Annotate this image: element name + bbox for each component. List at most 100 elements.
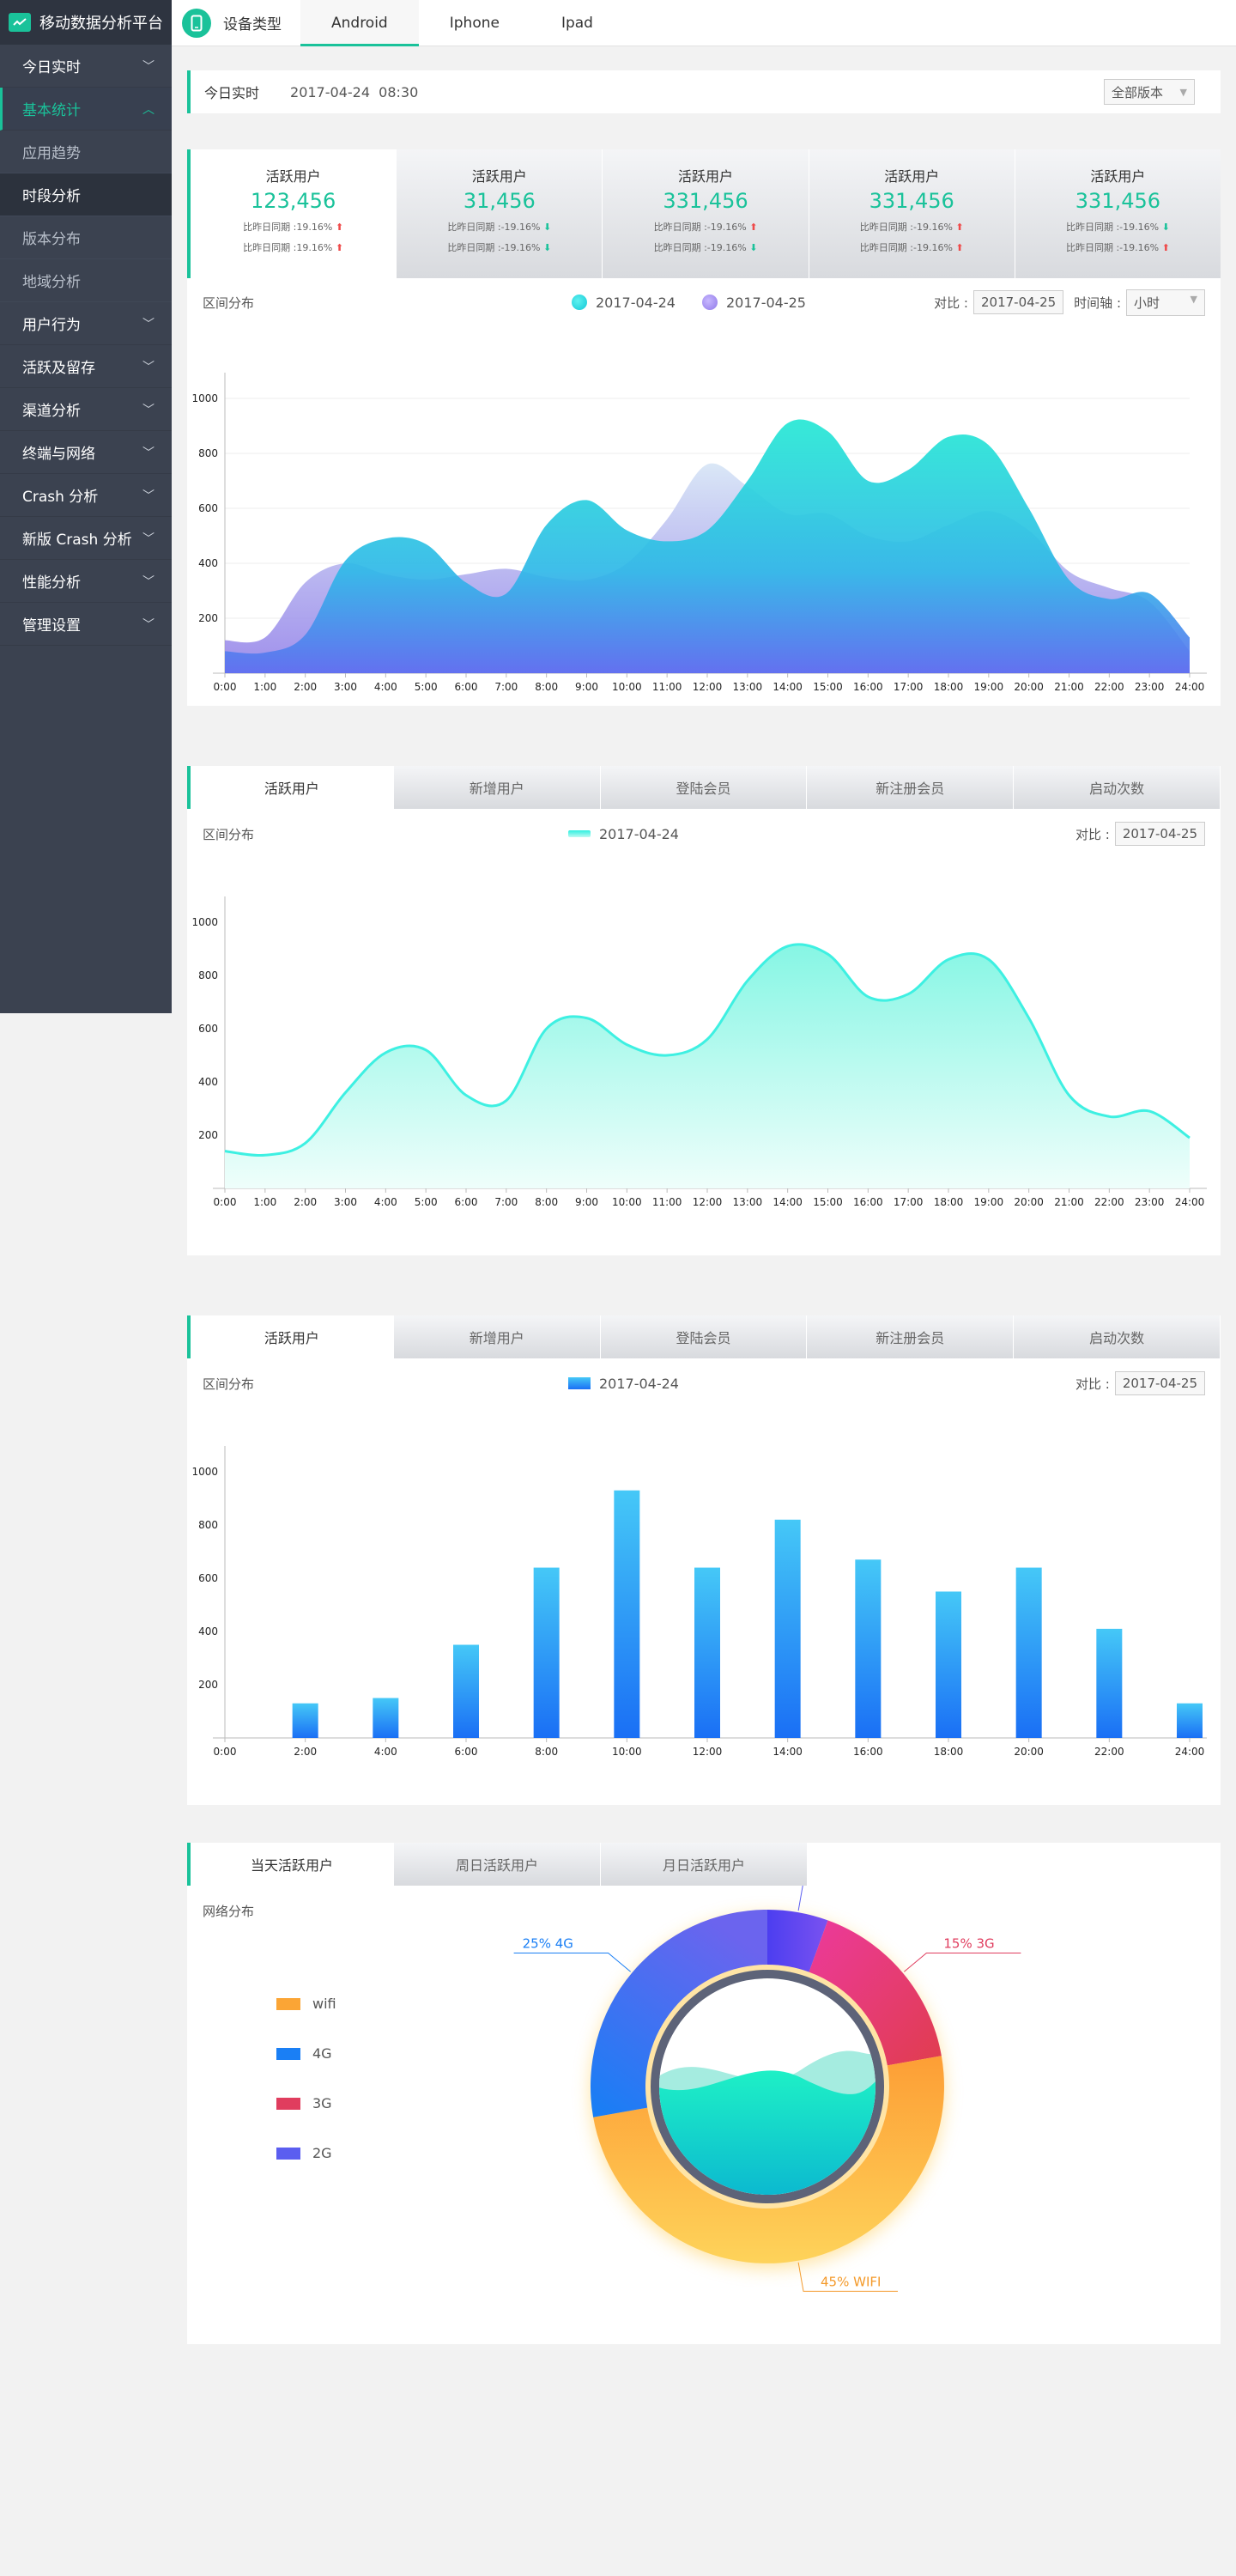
tab-launch-count[interactable]: 启动次数 <box>1014 766 1221 809</box>
legend-item[interactable]: 2017-04-24 <box>572 295 676 311</box>
sidebar-subitem-time-analysis[interactable]: 时段分析 <box>0 173 172 216</box>
sidebar-item-settings[interactable]: 管理设置 ﹀ <box>0 603 172 646</box>
y-tick-label: 800 <box>198 1519 218 1531</box>
chart-header: 区间分布 2017-04-24 2017-04-25 对比 : 2017-04-… <box>187 278 1221 326</box>
compare-label: 对比 : <box>1075 1376 1110 1392</box>
chevron-down-icon: ﹀ <box>142 403 154 417</box>
legend-item[interactable]: 2017-04-24 <box>568 826 679 842</box>
caret-down-icon: ▼ <box>1179 86 1187 98</box>
tab-launch-count[interactable]: 启动次数 <box>1014 1315 1221 1358</box>
y-tick-label: 1000 <box>191 1466 218 1478</box>
x-tick-label: 14:00 <box>772 1196 803 1208</box>
legend-swatch <box>568 830 591 837</box>
bar <box>533 1567 560 1738</box>
sidebar-item-label: 性能分析 <box>22 574 81 592</box>
chart-controls: 对比 : 2017-04-25 <box>1075 1371 1205 1395</box>
y-tick-label: 400 <box>198 557 218 569</box>
legend-item[interactable]: 2017-04-25 <box>702 295 806 311</box>
sidebar-item-device-network[interactable]: 终端与网络 ﹀ <box>0 431 172 474</box>
arrow-up-icon: ⬆ <box>335 222 344 233</box>
compare-date-input[interactable]: 2017-04-25 <box>972 290 1064 314</box>
y-tick-label: 800 <box>198 969 218 981</box>
version-select[interactable]: 全部版本 ▼ <box>1104 79 1195 105</box>
y-tick-label: 400 <box>198 1625 218 1637</box>
y-tick-label: 600 <box>198 1023 218 1035</box>
chart-controls: 对比 : 2017-04-25 时间轴 : 小时 ▼ <box>934 289 1205 316</box>
sidebar-subitem-label: 地域分析 <box>22 274 81 291</box>
sidebar-subitem-app-trend[interactable]: 应用趋势 <box>0 131 172 173</box>
arrow-down-icon: ⬇ <box>543 242 552 253</box>
x-tick-label: 1:00 <box>253 1196 276 1208</box>
x-tick-label: 16:00 <box>853 1196 883 1208</box>
sidebar-item-crash[interactable]: Crash 分析 ﹀ <box>0 474 172 517</box>
sidebar-item-label: 活跃及留存 <box>22 360 95 377</box>
legend-item[interactable]: 2017-04-24 <box>568 1376 679 1392</box>
x-tick-label: 13:00 <box>733 1196 763 1208</box>
chevron-down-icon: ﹀ <box>142 574 154 589</box>
x-tick-label: 2:00 <box>294 681 317 693</box>
tab-new-members[interactable]: 新注册会员 <box>807 1315 1015 1358</box>
device-type-label: 设备类型 <box>223 16 282 33</box>
stat-card[interactable]: 活跃用户 331,456 比昨日同期 :-19.16% ⬆ 比昨日同期 :-19… <box>808 149 1015 278</box>
stat-compare: 比昨日同期 :-19.16% ⬆ <box>809 220 1015 234</box>
chevron-up-icon: ︿ <box>142 102 154 117</box>
sidebar-item-label: 管理设置 <box>22 617 81 635</box>
x-tick-label: 0:00 <box>214 681 237 693</box>
compare-date-input[interactable]: 2017-04-25 <box>1114 822 1205 846</box>
stat-label: 活跃用户 <box>1090 168 1146 185</box>
x-tick-label: 18:00 <box>934 1196 964 1208</box>
stat-compare: 比昨日同期 :-19.16% ⬆ <box>809 240 1015 254</box>
sidebar-item-label: 终端与网络 <box>22 446 95 463</box>
tab-weekly-active[interactable]: 周日活跃用户 <box>394 1843 601 1886</box>
sidebar-item-realtime[interactable]: 今日实时 ﹀ <box>0 45 172 88</box>
tab-new-users[interactable]: 新增用户 <box>393 766 601 809</box>
arrow-up-icon: ⬆ <box>955 222 964 233</box>
y-tick-label: 600 <box>198 502 218 514</box>
stat-label: 活跃用户 <box>471 168 527 185</box>
sidebar-item-basic-stats[interactable]: 基本统计 ︿ <box>0 88 172 131</box>
sidebar-item-new-crash[interactable]: 新版 Crash 分析 ﹀ <box>0 517 172 560</box>
bar <box>694 1567 720 1738</box>
tab-login-members[interactable]: 登陆会员 <box>600 1315 808 1358</box>
x-tick-label: 1:00 <box>253 681 276 693</box>
sidebar-subitem-region[interactable]: 地域分析 <box>0 259 172 302</box>
slice-label: 25% 4G <box>523 1935 573 1951</box>
sidebar-item-retention[interactable]: 活跃及留存 ﹀ <box>0 345 172 388</box>
tab-active-users[interactable]: 活跃用户 <box>187 766 394 809</box>
realtime-bar: 今日实时 2017-04-24 08:30 全部版本 ▼ <box>187 70 1221 113</box>
label-leader-line <box>797 1886 803 1911</box>
time-axis-select[interactable]: 小时 ▼ <box>1126 289 1205 316</box>
sidebar-item-channel[interactable]: 渠道分析 ﹀ <box>0 388 172 431</box>
stat-card[interactable]: 活跃用户 123,456 比昨日同期 :19.16% ⬆ 比昨日同期 :19.1… <box>187 149 397 278</box>
x-tick-label: 12:00 <box>693 1746 723 1758</box>
app-header: 移动数据分析平台 <box>0 0 172 45</box>
bar <box>614 1490 640 1738</box>
sidebar-item-performance[interactable]: 性能分析 ﹀ <box>0 560 172 603</box>
bar <box>936 1591 961 1738</box>
stat-card[interactable]: 活跃用户 331,456 比昨日同期 :-19.16% ⬆ 比昨日同期 :-19… <box>602 149 809 278</box>
x-tick-label: 4:00 <box>374 681 397 693</box>
stat-card[interactable]: 活跃用户 331,456 比昨日同期 :-19.16% ⬇ 比昨日同期 :-19… <box>1014 149 1221 278</box>
tab-ipad[interactable]: Ipad <box>530 0 624 46</box>
sidebar-subitem-version[interactable]: 版本分布 <box>0 216 172 259</box>
metric-tabs: 活跃用户 新增用户 登陆会员 新注册会员 启动次数 <box>187 766 1221 809</box>
tab-android[interactable]: Android <box>300 0 419 46</box>
sidebar-item-label: 基本统计 <box>22 102 81 119</box>
section-label: 区间分布 <box>203 1376 255 1392</box>
compare-date-input[interactable]: 2017-04-25 <box>1114 1371 1205 1395</box>
x-tick-label: 20:00 <box>1014 1746 1044 1758</box>
tab-new-users[interactable]: 新增用户 <box>393 1315 601 1358</box>
stat-card[interactable]: 活跃用户 31,456 比昨日同期 :-19.16% ⬇ 比昨日同期 :-19.… <box>396 149 603 278</box>
tab-login-members[interactable]: 登陆会员 <box>600 766 808 809</box>
tab-active-users[interactable]: 活跃用户 <box>187 1315 394 1358</box>
stat-compare-text: 比昨日同期 :-19.16% <box>859 222 953 233</box>
tab-iphone[interactable]: Iphone <box>419 0 530 46</box>
y-tick-label: 1000 <box>191 916 218 928</box>
legend-label: 2017-04-24 <box>599 1375 679 1392</box>
tab-daily-active[interactable]: 当天活跃用户 <box>187 1843 394 1886</box>
tab-new-members[interactable]: 新注册会员 <box>807 766 1015 809</box>
sidebar-item-user-behavior[interactable]: 用户行为 ﹀ <box>0 302 172 345</box>
x-tick-label: 15:00 <box>813 681 843 693</box>
y-tick-label: 1000 <box>191 392 218 404</box>
tab-monthly-active[interactable]: 月日活跃用户 <box>601 1843 808 1886</box>
